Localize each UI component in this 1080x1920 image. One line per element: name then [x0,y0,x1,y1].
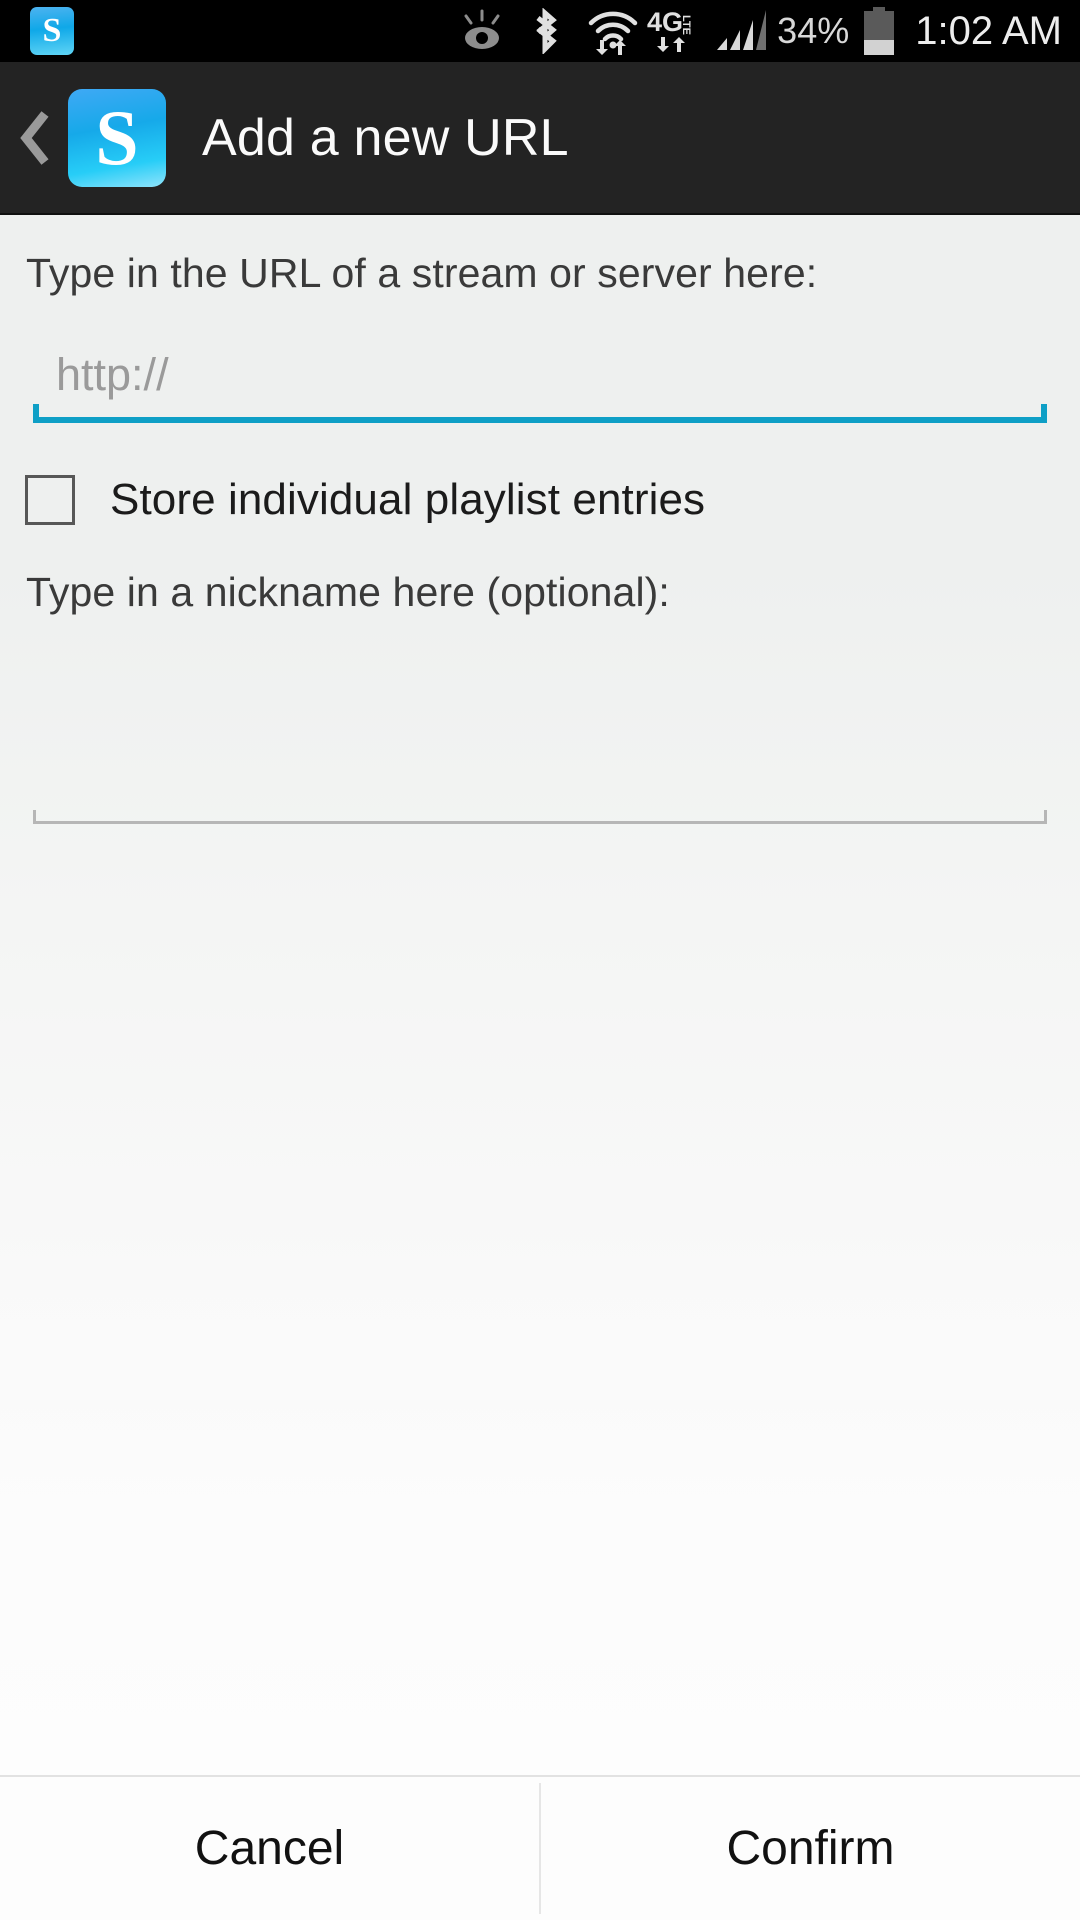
dialog-button-bar: Cancel Confirm [0,1775,1080,1920]
url-input-underline [33,404,1047,423]
status-bar-clock: 1:02 AM [915,9,1062,53]
signal-bars-icon [713,8,767,54]
cancel-button[interactable]: Cancel [0,1777,539,1920]
nickname-input-field[interactable] [0,724,1080,824]
servestream-notification-icon: S [30,7,74,55]
url-field-label: Type in the URL of a stream or server he… [26,250,818,296]
status-bar-icons: 4G LTE 34% 1:02 AM [455,7,1080,55]
svg-text:LTE: LTE [680,15,692,35]
app-icon-letter: S [95,93,139,181]
url-input-placeholder: http:// [56,349,169,400]
phone-screen: S 4G LTE 34% 1:02 AM S Add a new URL Typ… [0,0,1080,1920]
back-chevron-icon[interactable] [8,110,64,166]
battery-percent-label: 34% [777,10,850,51]
nickname-field-label: Type in a nickname here (optional): [26,569,670,615]
status-bar: S 4G LTE 34% 1:02 AM [0,0,1080,62]
form-content: Type in the URL of a stream or server he… [0,215,1080,1775]
svg-text:4G: 4G [647,7,683,37]
store-playlist-entries-checkbox[interactable] [25,475,75,525]
smart-stay-eye-icon [455,9,509,53]
page-title: Add a new URL [202,108,569,167]
store-playlist-entries-label: Store individual playlist entries [110,475,706,524]
4g-lte-icon: 4G LTE [647,7,707,55]
wifi-icon [585,7,641,55]
confirm-button[interactable]: Confirm [541,1777,1080,1920]
bluetooth-icon [525,8,565,54]
nickname-input-underline [33,810,1047,824]
url-input-field[interactable]: http:// [0,331,1080,423]
store-playlist-entries-row[interactable]: Store individual playlist entries [0,475,1080,525]
action-bar: S Add a new URL [0,62,1080,215]
servestream-app-icon[interactable]: S [68,88,166,187]
battery-icon [861,7,897,55]
notification-icon-letter: S [42,12,62,49]
